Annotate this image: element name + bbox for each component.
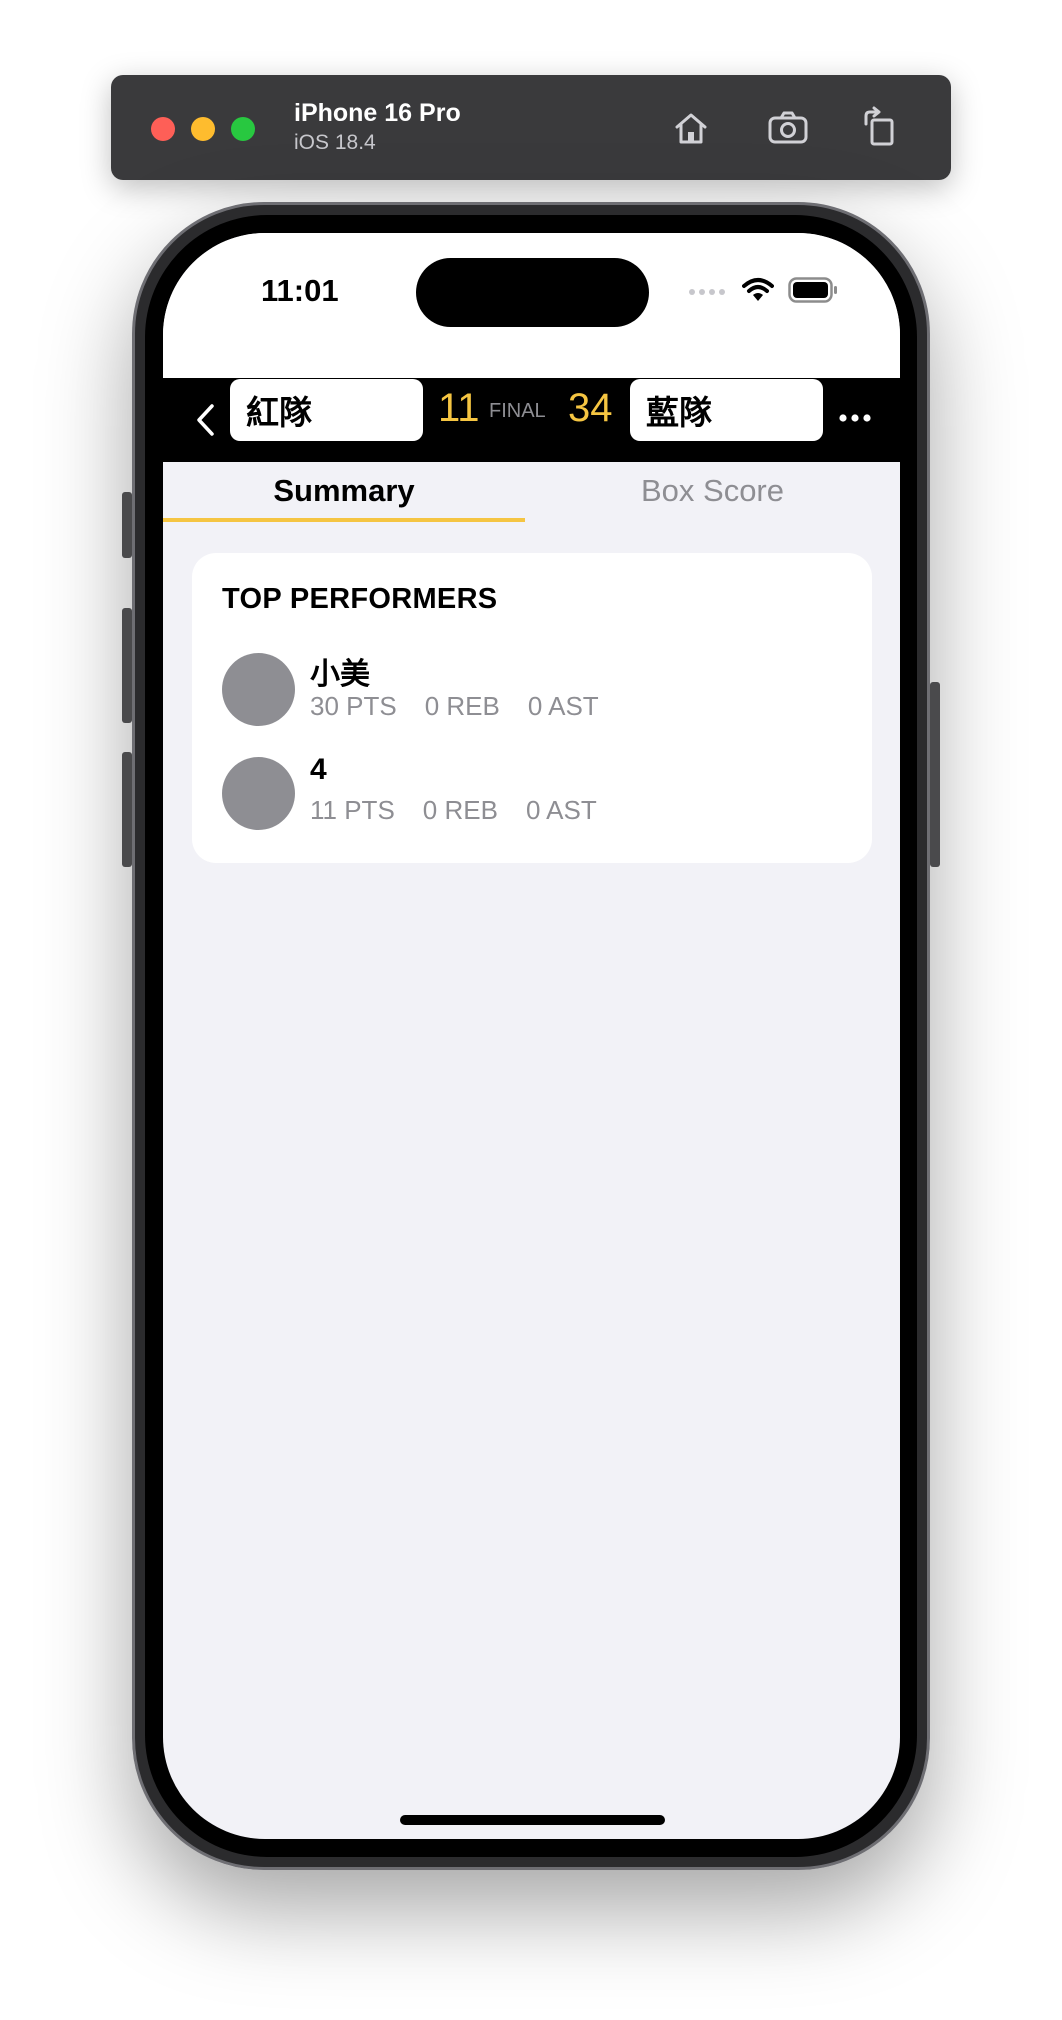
- cellular-signal-icon: [689, 289, 725, 295]
- assists-stat: 0 AST: [527, 691, 599, 721]
- home-team-name[interactable]: 紅隊: [230, 379, 423, 441]
- assists-stat: 0 AST: [525, 795, 597, 825]
- home-indicator[interactable]: [400, 1815, 665, 1825]
- rebounds-stat: 0 REB: [422, 795, 498, 825]
- away-team-score: 34: [568, 386, 613, 430]
- avatar: [222, 757, 295, 830]
- home-button[interactable]: [666, 103, 716, 153]
- performer-row[interactable]: 小美 30 PTS 0 REB 0 AST: [222, 649, 842, 729]
- game-header: 紅隊 11 FINAL 34 藍隊: [163, 378, 900, 462]
- status-time: 11:01: [261, 273, 339, 308]
- tab-summary[interactable]: Summary: [163, 460, 525, 522]
- action-button: [122, 492, 132, 558]
- rotate-button[interactable]: [855, 103, 905, 153]
- tab-box-score[interactable]: Box Score: [525, 460, 900, 522]
- performer-row[interactable]: 4 11 PTS 0 REB 0 AST: [222, 753, 842, 833]
- battery-icon: [788, 277, 837, 303]
- dynamic-island: [416, 258, 649, 327]
- more-options-button[interactable]: [835, 398, 875, 438]
- ellipsis-icon: [839, 414, 871, 422]
- home-team-score: 11: [438, 386, 480, 430]
- zoom-window-button[interactable]: [231, 117, 255, 141]
- minimize-window-button[interactable]: [191, 117, 215, 141]
- top-performers-card: TOP PERFORMERS 小美 30 PTS 0 REB 0 AST 4 1…: [192, 553, 872, 863]
- avatar: [222, 653, 295, 726]
- selected-tab-indicator: [163, 518, 525, 522]
- back-button[interactable]: [187, 398, 223, 442]
- device-name: iPhone 16 Pro: [294, 99, 461, 127]
- close-window-button[interactable]: [151, 117, 175, 141]
- power-button: [930, 682, 940, 867]
- chevron-left-icon: [197, 404, 214, 436]
- player-name: 小美: [310, 658, 370, 691]
- phone-screen: 11:01 紅隊 11 FINAL 34 藍隊 Summary Box Scor…: [163, 233, 900, 1839]
- rebounds-stat: 0 REB: [424, 691, 500, 721]
- card-title: TOP PERFORMERS: [222, 583, 498, 615]
- volume-up-button: [122, 608, 132, 723]
- volume-down-button: [122, 752, 132, 867]
- screenshot-button[interactable]: [763, 103, 813, 153]
- player-stats: 30 PTS 0 REB 0 AST: [310, 691, 599, 722]
- screenshot-icon: [768, 111, 808, 144]
- os-version: iOS 18.4: [294, 131, 376, 154]
- status-icons: [688, 277, 838, 303]
- home-icon: [675, 113, 707, 144]
- away-team-name[interactable]: 藍隊: [630, 379, 823, 441]
- simulator-toolbar: iPhone 16 Pro iOS 18.4: [111, 75, 951, 180]
- status-bar: 11:01: [163, 233, 900, 378]
- rotate-icon: [864, 106, 894, 146]
- points-stat: 30 PTS: [310, 691, 397, 721]
- game-status: FINAL: [489, 400, 546, 422]
- player-name: 4: [310, 753, 327, 786]
- player-stats: 11 PTS 0 REB 0 AST: [310, 795, 597, 826]
- points-stat: 11 PTS: [310, 795, 395, 825]
- wifi-icon: [742, 278, 774, 301]
